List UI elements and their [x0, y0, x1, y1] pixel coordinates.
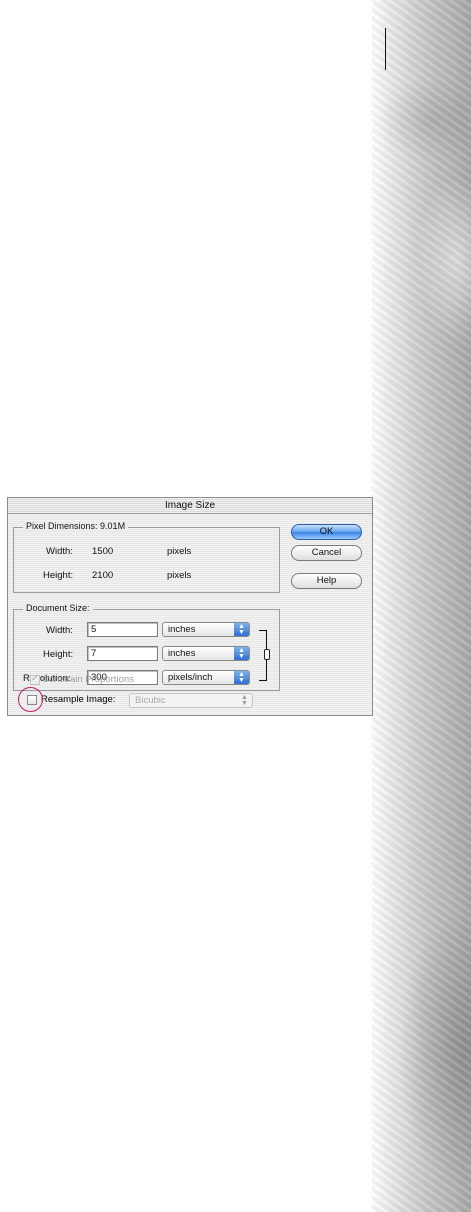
- doc-height-label: Height:: [43, 649, 74, 660]
- doc-width-input[interactable]: 5: [87, 622, 158, 637]
- pixel-height-value: 2100: [92, 570, 114, 581]
- ok-button[interactable]: OK: [291, 524, 362, 540]
- pixel-dimensions-group: Pixel Dimensions: 9.01M Width: 1500 pixe…: [13, 521, 280, 593]
- page-marker-rule: [385, 28, 386, 70]
- pixel-width-label: Width:: [46, 546, 73, 557]
- page-edge-texture: [372, 0, 471, 1212]
- chain-link-icon: [264, 649, 270, 660]
- checkmark-icon: ✓: [31, 673, 40, 684]
- constrain-proportions-label: Constrain Proportions: [42, 674, 134, 685]
- pixel-dimensions-size: 9.01M: [100, 521, 126, 531]
- constrain-proportions-checkbox[interactable]: ✓: [30, 673, 40, 685]
- doc-width-unit-value: inches: [168, 624, 196, 635]
- doc-width-unit-select[interactable]: inches ▲ ▼: [162, 622, 250, 637]
- highlight-circle: [18, 687, 43, 712]
- cancel-button[interactable]: Cancel: [291, 545, 362, 561]
- pixel-dimensions-title: Pixel Dimensions:: [26, 521, 98, 531]
- popup-arrows-icon: ▲ ▼: [241, 694, 248, 707]
- pixel-width-unit: pixels: [167, 546, 192, 557]
- popup-arrows-icon: ▲ ▼: [234, 647, 249, 660]
- pixel-width-value: 1500: [92, 546, 114, 557]
- resample-method-value: Bicubic: [135, 695, 166, 706]
- pixel-dimensions-label: Pixel Dimensions: 9.01M: [23, 521, 129, 531]
- resolution-unit-select[interactable]: pixels/inch ▲ ▼: [162, 670, 250, 685]
- popup-arrows-icon: ▲ ▼: [234, 623, 249, 636]
- resample-image-label: Resample Image:: [41, 694, 116, 705]
- pixel-height-unit: pixels: [167, 570, 192, 581]
- pixel-height-label: Height:: [43, 570, 74, 581]
- dialog-title: Image Size: [8, 498, 372, 514]
- doc-height-unit-value: inches: [168, 648, 196, 659]
- doc-height-input[interactable]: 7: [87, 646, 158, 661]
- image-size-dialog: Image Size Pixel Dimensions: 9.01M Width…: [7, 497, 373, 716]
- doc-height-unit-select[interactable]: inches ▲ ▼: [162, 646, 250, 661]
- document-size-label: Document Size:: [23, 603, 93, 613]
- doc-width-label: Width:: [46, 625, 73, 636]
- popup-arrows-icon: ▲ ▼: [234, 671, 249, 684]
- resample-method-select[interactable]: Bicubic ▲ ▼: [129, 693, 253, 708]
- help-button[interactable]: Help: [291, 573, 362, 589]
- resolution-unit-value: pixels/inch: [168, 672, 213, 683]
